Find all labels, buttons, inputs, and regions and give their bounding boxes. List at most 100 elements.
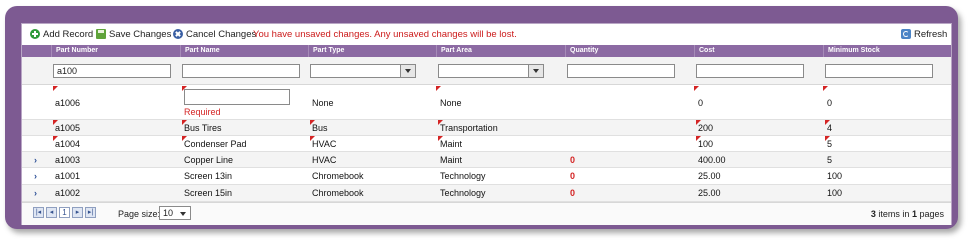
- pager-info: 3 items in 1 pages: [871, 209, 944, 219]
- save-icon: [96, 29, 106, 39]
- cost-cell[interactable]: 0: [698, 98, 703, 108]
- dirty-marker: [823, 86, 828, 91]
- part-area-cell[interactable]: Technology: [440, 188, 486, 198]
- expand-row-icon[interactable]: ›: [34, 188, 37, 198]
- unsaved-warning: You have unsaved changes. Any unsaved ch…: [253, 29, 517, 40]
- minimum-stock-cell[interactable]: 5: [827, 139, 832, 149]
- part-area-cell[interactable]: Technology: [440, 171, 486, 181]
- dirty-marker: [436, 86, 441, 91]
- cancel-changes-label: Cancel Changes: [186, 28, 257, 40]
- part-type-cell[interactable]: Chromebook: [312, 171, 364, 181]
- column-header-part-area[interactable]: Part Area: [436, 45, 565, 57]
- minimum-stock-cell[interactable]: 5: [827, 155, 832, 165]
- column-header-part-number[interactable]: Part Number: [51, 45, 180, 57]
- page-size-select[interactable]: 10: [159, 206, 191, 220]
- column-header-quantity[interactable]: Quantity: [565, 45, 694, 57]
- toolbar: Add Record Save Changes Cancel Changes Y…: [22, 24, 951, 44]
- table-row[interactable]: › a1001 Screen 13in Chromebook Technolog…: [22, 168, 951, 185]
- part-number-cell[interactable]: a1006: [55, 98, 80, 108]
- minimum-stock-cell[interactable]: 100: [827, 188, 842, 198]
- part-type-cell[interactable]: HVAC: [312, 139, 336, 149]
- part-number-cell[interactable]: a1003: [55, 155, 80, 165]
- expand-row-icon[interactable]: ›: [34, 171, 37, 181]
- quantity-cell[interactable]: 0: [570, 188, 575, 198]
- table-row[interactable]: a1005 Bus Tires Bus Transportation 200 4: [22, 120, 951, 136]
- page-size-label: Page size:: [118, 209, 161, 219]
- part-name-cell[interactable]: Condenser Pad: [184, 139, 247, 149]
- part-name-edit-input[interactable]: [184, 89, 290, 105]
- items-count: 3: [870, 209, 876, 219]
- cost-cell[interactable]: 200: [698, 123, 713, 133]
- part-name-filter-input[interactable]: [182, 64, 300, 78]
- table-row[interactable]: › a1003 Copper Line HVAC Maint 0 400.00 …: [22, 152, 951, 168]
- save-changes-label: Save Changes: [109, 28, 172, 40]
- part-type-cell[interactable]: None: [312, 98, 334, 108]
- dirty-marker: [53, 86, 58, 91]
- part-number-cell[interactable]: a1001: [55, 171, 80, 181]
- part-number-cell[interactable]: a1005: [55, 123, 80, 133]
- part-number-cell[interactable]: a1004: [55, 139, 80, 149]
- table-row[interactable]: a1004 Condenser Pad HVAC Maint 100 5: [22, 136, 951, 152]
- new-record-row[interactable]: a1006 Required None None 0 0: [22, 85, 951, 120]
- expand-row-icon[interactable]: ›: [34, 155, 37, 165]
- part-number-cell[interactable]: a1002: [55, 188, 80, 198]
- part-number-filter-input[interactable]: [53, 64, 171, 78]
- cancel-changes-button[interactable]: Cancel Changes: [173, 28, 256, 40]
- column-header-part-name[interactable]: Part Name: [180, 45, 308, 57]
- refresh-label: Refresh: [914, 28, 948, 40]
- part-area-cell[interactable]: None: [440, 98, 462, 108]
- refresh-icon: [901, 29, 911, 39]
- minimum-stock-cell[interactable]: 0: [827, 98, 832, 108]
- first-page-button[interactable]: |◂: [33, 207, 44, 218]
- quantity-filter-input[interactable]: [567, 64, 675, 78]
- cancel-icon: [173, 29, 183, 39]
- grid-container: Add Record Save Changes Cancel Changes Y…: [21, 23, 952, 225]
- column-header-minimum-stock[interactable]: Minimum Stock: [823, 45, 951, 57]
- quantity-cell[interactable]: 0: [570, 155, 575, 165]
- part-type-cell[interactable]: Bus: [312, 123, 328, 133]
- previous-page-button[interactable]: ◂: [46, 207, 57, 218]
- save-changes-button[interactable]: Save Changes: [96, 28, 171, 40]
- pages-text: pages: [919, 209, 944, 219]
- part-type-cell[interactable]: HVAC: [312, 155, 336, 165]
- chevron-down-icon: [528, 65, 543, 77]
- next-page-button[interactable]: ▸: [72, 207, 83, 218]
- minimum-stock-cell[interactable]: 4: [827, 123, 832, 133]
- part-name-cell[interactable]: Bus Tires: [184, 123, 222, 133]
- cost-cell[interactable]: 400.00: [698, 155, 726, 165]
- items-text: items in: [878, 209, 910, 219]
- add-record-button[interactable]: Add Record: [30, 28, 93, 40]
- part-area-cell[interactable]: Transportation: [440, 123, 498, 133]
- minimum-stock-filter-input[interactable]: [825, 64, 933, 78]
- part-type-cell[interactable]: Chromebook: [312, 188, 364, 198]
- last-page-button[interactable]: ▸|: [85, 207, 96, 218]
- part-name-cell[interactable]: Copper Line: [184, 155, 233, 165]
- part-type-filter-select[interactable]: [310, 64, 416, 78]
- dirty-marker: [694, 86, 699, 91]
- filter-row: [22, 57, 951, 85]
- required-validation-message: Required: [184, 107, 221, 117]
- pager: |◂ ◂ 1 ▸ ▸| Page size: 10 3 items in 1 p…: [22, 202, 951, 225]
- cost-cell[interactable]: 25.00: [698, 171, 721, 181]
- part-name-cell[interactable]: Screen 13in: [184, 171, 232, 181]
- quantity-cell[interactable]: 0: [570, 171, 575, 181]
- cost-filter-input[interactable]: [696, 64, 804, 78]
- add-record-label: Add Record: [43, 28, 94, 40]
- column-header-cost[interactable]: Cost: [694, 45, 823, 57]
- minimum-stock-cell[interactable]: 100: [827, 171, 842, 181]
- part-area-cell[interactable]: Maint: [440, 155, 462, 165]
- part-name-cell[interactable]: Screen 15in: [184, 188, 232, 198]
- part-area-cell[interactable]: Maint: [440, 139, 462, 149]
- pages-count: 1: [911, 209, 917, 219]
- add-icon: [30, 29, 40, 39]
- grid-header: Part Number Part Name Part Type Part Are…: [22, 45, 951, 57]
- cost-cell[interactable]: 100: [698, 139, 713, 149]
- page-number-button[interactable]: 1: [59, 207, 70, 218]
- refresh-button[interactable]: Refresh: [901, 28, 947, 40]
- chevron-down-icon: [400, 65, 415, 77]
- cost-cell[interactable]: 25.00: [698, 188, 721, 198]
- column-header-part-type[interactable]: Part Type: [308, 45, 436, 57]
- table-row[interactable]: › a1002 Screen 15in Chromebook Technolog…: [22, 185, 951, 202]
- window-frame: Add Record Save Changes Cancel Changes Y…: [5, 6, 958, 229]
- part-area-filter-select[interactable]: [438, 64, 544, 78]
